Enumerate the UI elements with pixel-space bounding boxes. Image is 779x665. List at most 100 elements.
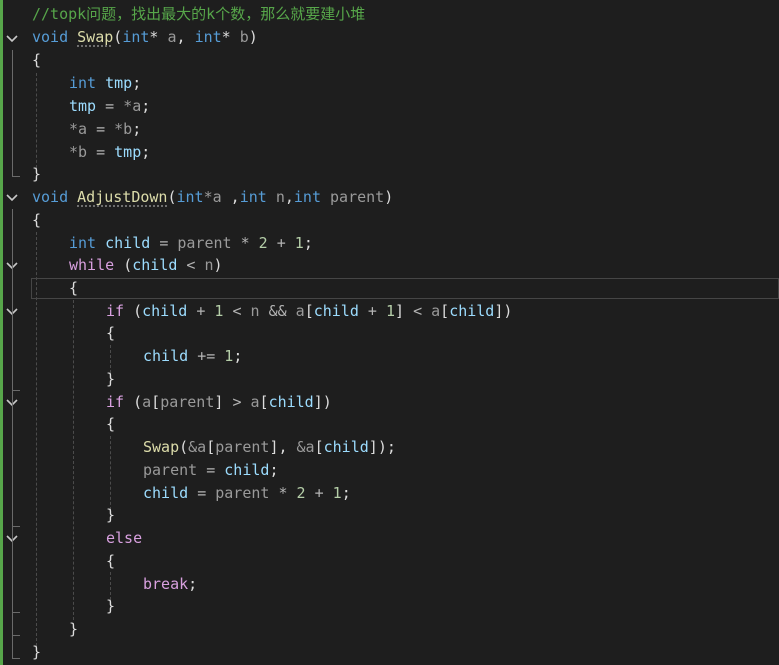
parameter: a — [431, 302, 441, 320]
code-line[interactable]: if (child + 1 < n && a[child + 1] < a[ch… — [106, 300, 512, 323]
punct: ( — [133, 302, 143, 320]
chevron-down-icon[interactable] — [5, 191, 19, 205]
local-variable: child — [313, 302, 359, 320]
punct: ; — [303, 234, 313, 252]
code-line[interactable]: *b = tmp; — [69, 141, 150, 164]
code-line[interactable]: { — [32, 209, 41, 232]
operator: = — [96, 143, 106, 161]
brace: } — [106, 597, 116, 615]
local-variable: tmp — [114, 143, 142, 161]
operator: = — [96, 120, 106, 138]
number: 2 — [296, 484, 306, 502]
local-variable: tmp — [69, 97, 97, 115]
parameter: *a — [203, 188, 222, 206]
control-keyword: else — [106, 529, 143, 547]
parameter: *b — [114, 120, 133, 138]
indent-guide — [36, 73, 37, 168]
punct: ( — [179, 438, 189, 456]
punct: ) — [384, 188, 394, 206]
fold-region-end — [12, 526, 20, 527]
chevron-down-icon[interactable] — [5, 32, 19, 46]
parameter: a — [250, 393, 260, 411]
code-line[interactable]: { — [106, 413, 115, 436]
code-line[interactable]: void AdjustDown(int*a ,int n,int parent) — [32, 186, 393, 209]
comment: //topk问题，找出最大的k个数，那么就要建小堆 — [32, 5, 366, 23]
operator: = — [206, 461, 216, 479]
code-line[interactable]: int tmp; — [69, 72, 141, 95]
keyword: int — [69, 234, 97, 252]
code-line[interactable]: //topk问题，找出最大的k个数，那么就要建小堆 — [32, 3, 365, 26]
code-line[interactable]: void Swap(int* a, int* b) — [32, 26, 258, 49]
keyword: void — [32, 28, 69, 46]
code-line[interactable]: { — [106, 322, 115, 345]
punct: ) — [377, 438, 387, 456]
fold-region-line — [12, 550, 13, 612]
code-line[interactable]: if (a[parent] > a[child]) — [106, 391, 332, 414]
code-line[interactable]: } — [32, 641, 41, 664]
brace: { — [106, 324, 116, 342]
punct: [ — [151, 393, 161, 411]
code-line[interactable]: } — [106, 504, 115, 527]
punct: ; — [188, 575, 198, 593]
code-line[interactable]: break; — [143, 573, 197, 596]
parameter: *a — [123, 97, 142, 115]
parameter: *b — [69, 143, 88, 161]
function-name[interactable]: Swap — [77, 28, 113, 46]
local-variable: child — [224, 461, 270, 479]
indent-guide — [110, 436, 111, 510]
code-line[interactable]: } — [106, 595, 115, 618]
punct: [ — [259, 393, 269, 411]
parameter: n — [250, 302, 260, 320]
punct: ; — [141, 97, 151, 115]
parameter: a — [167, 28, 177, 46]
punct: ; — [132, 74, 142, 92]
punct: ; — [141, 143, 151, 161]
local-variable: child — [142, 302, 188, 320]
code-line[interactable]: } — [69, 618, 78, 641]
parameter: parent — [215, 484, 270, 502]
code-line[interactable]: { — [32, 49, 41, 72]
operator: * — [278, 484, 288, 502]
operator: = — [105, 97, 115, 115]
punct: ( — [123, 256, 133, 274]
parameter: n — [204, 256, 214, 274]
control-keyword: if — [106, 302, 125, 320]
function-name[interactable]: Swap — [143, 438, 179, 456]
punct: [ — [206, 438, 216, 456]
number: 1 — [332, 484, 342, 502]
code-line[interactable]: else — [106, 527, 142, 550]
code-line[interactable]: child = parent * 2 + 1; — [143, 482, 351, 505]
code-line[interactable]: } — [32, 163, 41, 186]
code-line[interactable]: parent = child; — [143, 459, 278, 482]
keyword: int — [239, 188, 267, 206]
punct: ; — [132, 120, 142, 138]
code-line[interactable]: tmp = *a; — [69, 95, 150, 118]
code-editor[interactable]: //topk问题，找出最大的k个数，那么就要建小堆 void Swap(int*… — [0, 0, 779, 665]
code-line[interactable]: Swap(&a[parent], &a[child]); — [143, 436, 396, 459]
number: 1 — [224, 347, 234, 365]
operator: < — [186, 256, 196, 274]
code-line[interactable]: int child = parent * 2 + 1; — [69, 232, 313, 255]
code-line[interactable]: while (child < n) — [69, 254, 223, 277]
brace: } — [106, 506, 116, 524]
code-line[interactable]: child += 1; — [143, 345, 242, 368]
keyword: int — [293, 188, 321, 206]
parameter: *a — [69, 120, 88, 138]
parameter: parent — [330, 188, 385, 206]
function-name[interactable]: AdjustDown — [77, 188, 167, 206]
brace: { — [32, 51, 42, 69]
number: 2 — [258, 234, 268, 252]
code-line[interactable]: *a = *b; — [69, 118, 141, 141]
fold-region-line — [12, 50, 13, 176]
parameter: &a — [296, 438, 315, 456]
brace: { — [106, 552, 116, 570]
brace: { — [32, 211, 42, 229]
fold-region-line — [12, 323, 13, 390]
punct: [ — [304, 302, 314, 320]
control-keyword: while — [69, 256, 115, 274]
code-line[interactable]: { — [106, 550, 115, 573]
operator: + — [367, 302, 377, 320]
code-line[interactable]: } — [106, 368, 115, 391]
code-line[interactable]: { — [69, 277, 78, 300]
parameter: parent — [215, 438, 270, 456]
